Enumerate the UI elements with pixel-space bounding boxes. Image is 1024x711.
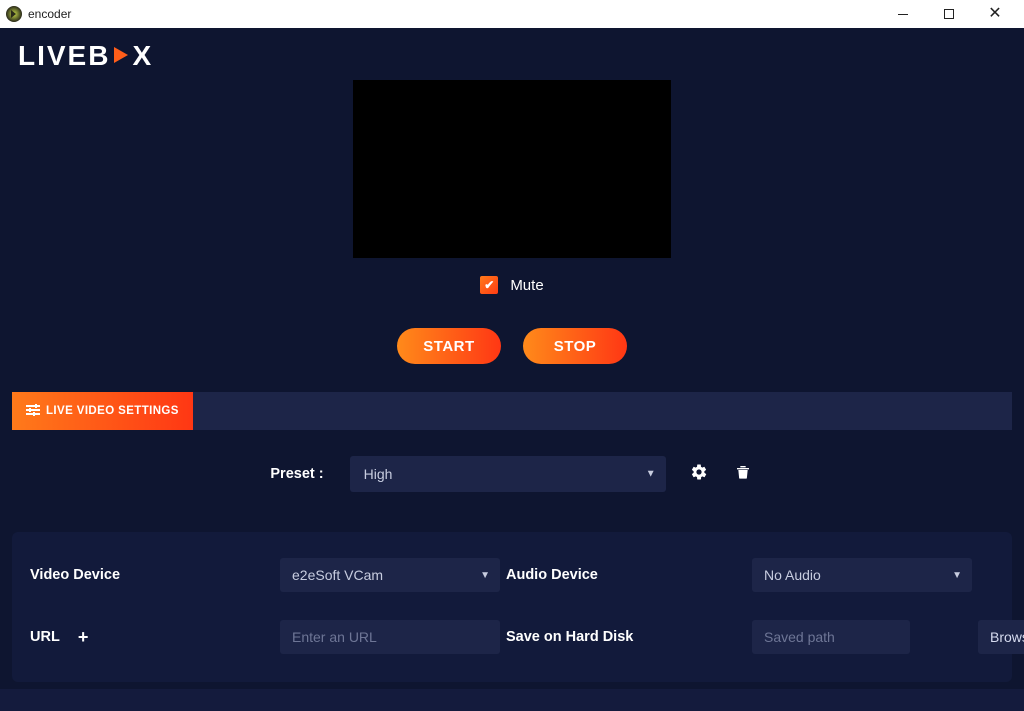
- mute-label: Mute: [510, 277, 543, 294]
- chevron-down-icon: ▼: [646, 469, 656, 480]
- app-icon: [6, 6, 22, 22]
- video-device-select[interactable]: e2eSoft VCam ▼: [280, 558, 500, 592]
- video-preview: [353, 80, 671, 258]
- app-logo: LIVEB X: [18, 40, 153, 72]
- video-device-value: e2eSoft VCam: [292, 567, 383, 583]
- maximize-icon: [944, 9, 954, 19]
- audio-device-value: No Audio: [764, 567, 821, 583]
- preset-settings-button[interactable]: [688, 463, 710, 486]
- preset-delete-button[interactable]: [732, 463, 754, 486]
- close-button[interactable]: ✕: [972, 0, 1018, 28]
- save-path-placeholder: Saved path: [764, 629, 835, 645]
- tab-live-video-settings[interactable]: LIVE VIDEO SETTINGS: [12, 392, 193, 430]
- settings-tab-bar: LIVE VIDEO SETTINGS: [12, 392, 1012, 430]
- audio-device-select[interactable]: No Audio ▼: [752, 558, 972, 592]
- stop-button[interactable]: STOP: [523, 328, 627, 364]
- start-button[interactable]: START: [397, 328, 501, 364]
- preset-label: Preset :: [270, 466, 323, 482]
- save-path-input[interactable]: Saved path: [752, 620, 910, 654]
- chevron-down-icon: ▼: [952, 570, 962, 581]
- minimize-button[interactable]: [880, 0, 926, 28]
- tab-label: LIVE VIDEO SETTINGS: [46, 405, 179, 417]
- browse-button[interactable]: Browse: [978, 620, 1024, 654]
- gear-icon: [690, 463, 708, 481]
- app-body: LIVEB X ✔ Mute START STOP: [0, 28, 1024, 711]
- logo-suffix: X: [132, 40, 153, 72]
- add-url-button[interactable]: +: [78, 627, 89, 648]
- url-placeholder: Enter an URL: [292, 629, 377, 645]
- maximize-button[interactable]: [926, 0, 972, 28]
- status-bar: [0, 689, 1024, 711]
- url-input[interactable]: Enter an URL: [280, 620, 500, 654]
- mute-checkbox[interactable]: ✔: [480, 276, 498, 294]
- audio-device-label: Audio Device: [506, 567, 752, 583]
- trash-icon: [735, 463, 751, 481]
- window-title: encoder: [28, 7, 71, 21]
- close-icon: ✕: [988, 6, 1001, 22]
- video-device-label: Video Device: [30, 567, 280, 583]
- settings-slider-icon: [26, 404, 40, 419]
- preset-select[interactable]: High ▼: [350, 456, 666, 492]
- browse-label: Browse: [990, 629, 1024, 645]
- logo-accent-icon: [111, 40, 131, 72]
- preset-value: High: [364, 466, 393, 482]
- device-panel: Video Device e2eSoft VCam ▼ Audio Device…: [12, 532, 1012, 682]
- minimize-icon: [898, 14, 908, 15]
- window-controls: ✕: [880, 0, 1018, 28]
- logo-prefix: LIVEB: [18, 40, 110, 72]
- url-label: URL: [30, 629, 60, 645]
- chevron-down-icon: ▼: [480, 570, 490, 581]
- save-on-disk-label: Save on Hard Disk: [506, 629, 752, 645]
- window-titlebar: encoder ✕: [0, 0, 1024, 28]
